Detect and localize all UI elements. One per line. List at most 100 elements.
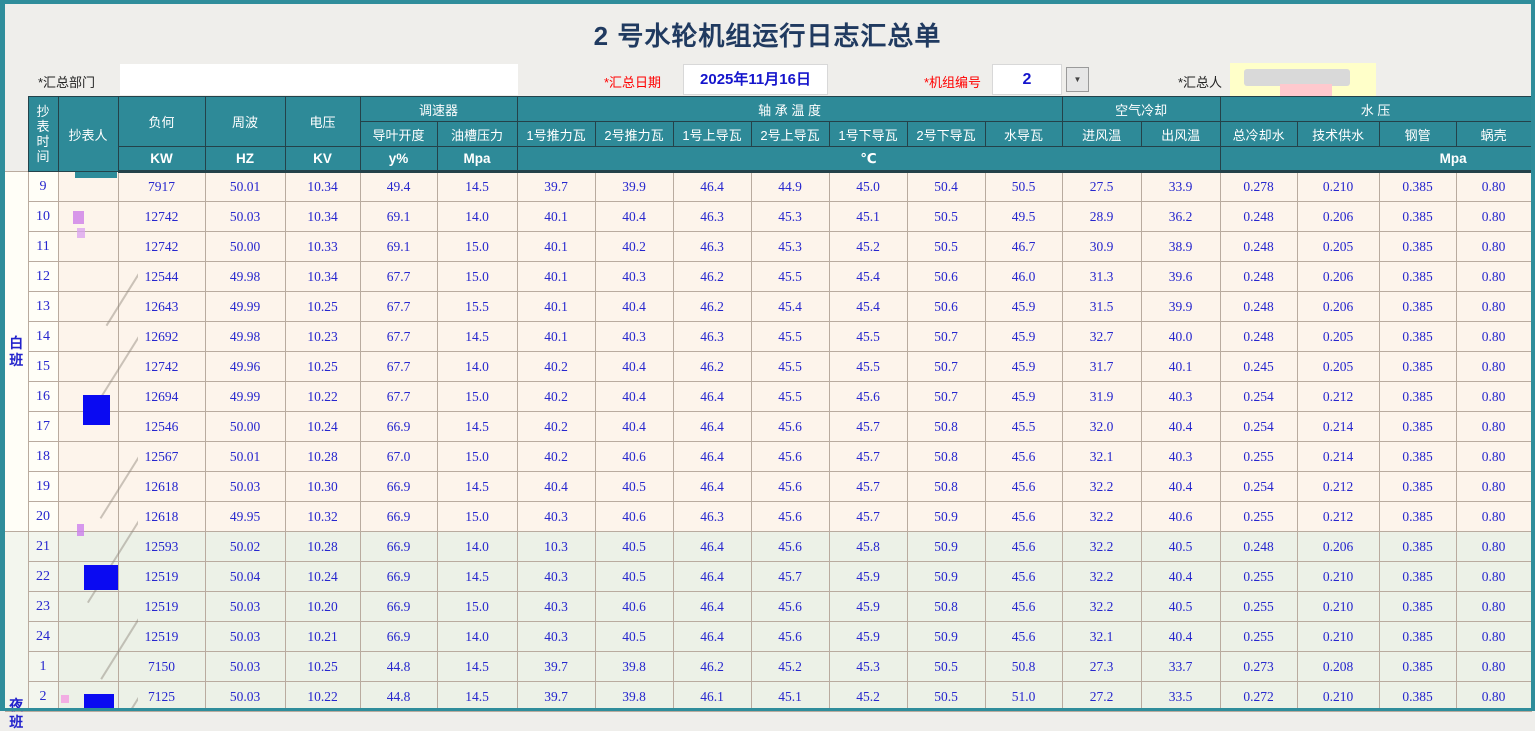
unit-number-field[interactable]: 2 [992, 64, 1062, 95]
value-cell[interactable]: 10.25 [285, 352, 360, 382]
value-cell[interactable]: 40.1 [517, 292, 595, 322]
value-cell[interactable]: 27.2 [1062, 682, 1141, 712]
value-cell[interactable]: 33.5 [1141, 682, 1220, 712]
value-cell[interactable]: 40.1 [517, 202, 595, 232]
value-cell[interactable]: 0.214 [1297, 442, 1379, 472]
value-cell[interactable]: 50.00 [205, 412, 285, 442]
value-cell[interactable]: 45.5 [829, 352, 907, 382]
value-cell[interactable]: 0.80 [1456, 292, 1531, 322]
value-cell[interactable]: 0.210 [1297, 682, 1379, 712]
value-cell[interactable]: 44.9 [751, 172, 829, 202]
value-cell[interactable]: 46.4 [673, 622, 751, 652]
value-cell[interactable]: 0.205 [1297, 232, 1379, 262]
value-cell[interactable]: 50.04 [205, 562, 285, 592]
hour-cell[interactable]: 17 [28, 412, 58, 442]
reader-cell[interactable] [58, 682, 118, 712]
value-cell[interactable]: 45.7 [829, 412, 907, 442]
value-cell[interactable]: 40.3 [517, 592, 595, 622]
value-cell[interactable]: 14.5 [437, 682, 517, 712]
value-cell[interactable]: 40.1 [517, 232, 595, 262]
value-cell[interactable]: 45.6 [751, 472, 829, 502]
value-cell[interactable]: 15.0 [437, 232, 517, 262]
value-cell[interactable]: 0.385 [1379, 352, 1456, 382]
value-cell[interactable]: 45.5 [751, 352, 829, 382]
value-cell[interactable]: 46.2 [673, 352, 751, 382]
value-cell[interactable]: 0.80 [1456, 352, 1531, 382]
reader-cell[interactable] [58, 532, 118, 562]
value-cell[interactable]: 45.2 [829, 682, 907, 712]
value-cell[interactable]: 31.5 [1062, 292, 1141, 322]
value-cell[interactable]: 14.0 [437, 532, 517, 562]
value-cell[interactable]: 45.6 [751, 532, 829, 562]
value-cell[interactable]: 40.2 [517, 352, 595, 382]
value-cell[interactable]: 40.1 [517, 322, 595, 352]
value-cell[interactable]: 66.9 [360, 412, 437, 442]
value-cell[interactable]: 15.5 [437, 292, 517, 322]
value-cell[interactable]: 40.4 [1141, 472, 1220, 502]
reader-cell[interactable] [58, 502, 118, 532]
value-cell[interactable]: 45.2 [829, 232, 907, 262]
value-cell[interactable]: 50.5 [907, 232, 985, 262]
value-cell[interactable]: 66.9 [360, 622, 437, 652]
value-cell[interactable]: 50.7 [907, 352, 985, 382]
value-cell[interactable]: 40.2 [517, 442, 595, 472]
value-cell[interactable]: 12618 [118, 502, 205, 532]
value-cell[interactable]: 49.5 [985, 202, 1062, 232]
value-cell[interactable]: 40.5 [595, 472, 673, 502]
value-cell[interactable]: 66.9 [360, 592, 437, 622]
hour-cell[interactable]: 10 [28, 202, 58, 232]
value-cell[interactable]: 66.9 [360, 562, 437, 592]
value-cell[interactable]: 45.6 [985, 472, 1062, 502]
value-cell[interactable]: 45.9 [829, 592, 907, 622]
value-cell[interactable]: 0.205 [1297, 352, 1379, 382]
value-cell[interactable]: 0.212 [1297, 502, 1379, 532]
value-cell[interactable]: 32.7 [1062, 322, 1141, 352]
value-cell[interactable]: 45.6 [985, 622, 1062, 652]
value-cell[interactable]: 7125 [118, 682, 205, 712]
value-cell[interactable]: 40.3 [595, 262, 673, 292]
value-cell[interactable]: 50.7 [907, 382, 985, 412]
hour-cell[interactable]: 22 [28, 562, 58, 592]
value-cell[interactable]: 45.0 [829, 172, 907, 202]
value-cell[interactable]: 33.9 [1141, 172, 1220, 202]
reader-cell[interactable] [58, 322, 118, 352]
value-cell[interactable]: 0.278 [1220, 172, 1297, 202]
value-cell[interactable]: 40.2 [595, 232, 673, 262]
value-cell[interactable]: 46.3 [673, 232, 751, 262]
value-cell[interactable]: 0.245 [1220, 352, 1297, 382]
value-cell[interactable]: 40.3 [1141, 442, 1220, 472]
value-cell[interactable]: 40.4 [1141, 562, 1220, 592]
value-cell[interactable]: 0.80 [1456, 682, 1531, 712]
value-cell[interactable]: 0.254 [1220, 412, 1297, 442]
value-cell[interactable]: 50.01 [205, 442, 285, 472]
value-cell[interactable]: 45.5 [829, 322, 907, 352]
value-cell[interactable]: 50.8 [985, 652, 1062, 682]
value-cell[interactable]: 45.3 [751, 202, 829, 232]
value-cell[interactable]: 0.254 [1220, 472, 1297, 502]
value-cell[interactable]: 40.4 [595, 382, 673, 412]
value-cell[interactable]: 40.3 [517, 502, 595, 532]
value-cell[interactable]: 45.6 [985, 532, 1062, 562]
hour-cell[interactable]: 1 [28, 652, 58, 682]
value-cell[interactable]: 0.248 [1220, 232, 1297, 262]
value-cell[interactable]: 0.80 [1456, 592, 1531, 622]
value-cell[interactable]: 0.210 [1297, 592, 1379, 622]
reader-cell[interactable] [58, 592, 118, 622]
value-cell[interactable]: 32.2 [1062, 472, 1141, 502]
unit-number-dropdown-button[interactable]: ▼ [1066, 67, 1089, 92]
value-cell[interactable]: 12692 [118, 322, 205, 352]
hour-cell[interactable]: 19 [28, 472, 58, 502]
value-cell[interactable]: 32.0 [1062, 412, 1141, 442]
value-cell[interactable]: 12742 [118, 352, 205, 382]
value-cell[interactable]: 45.5 [751, 322, 829, 352]
value-cell[interactable]: 10.20 [285, 592, 360, 622]
value-cell[interactable]: 0.255 [1220, 592, 1297, 622]
value-cell[interactable]: 50.5 [907, 202, 985, 232]
value-cell[interactable]: 40.6 [595, 502, 673, 532]
dept-input[interactable] [120, 64, 518, 95]
value-cell[interactable]: 39.8 [595, 682, 673, 712]
value-cell[interactable]: 49.98 [205, 322, 285, 352]
value-cell[interactable]: 45.6 [751, 502, 829, 532]
value-cell[interactable]: 45.2 [751, 652, 829, 682]
value-cell[interactable]: 0.248 [1220, 262, 1297, 292]
